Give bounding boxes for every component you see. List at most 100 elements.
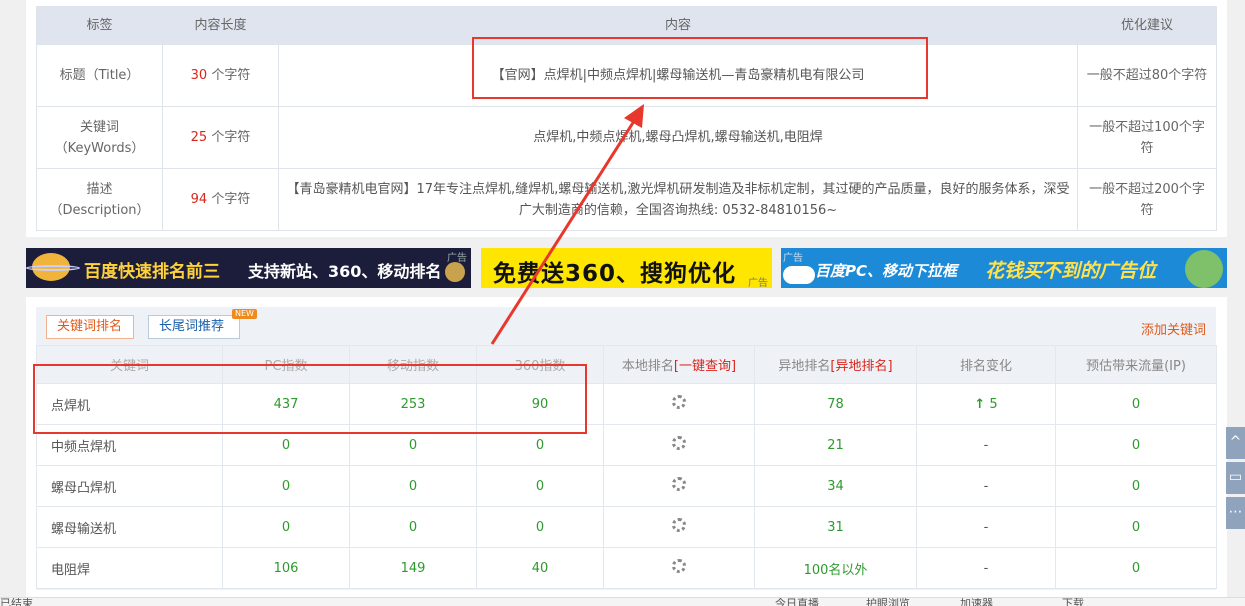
s360-index-cell: 40: [476, 547, 604, 589]
loading-spinner-icon: [672, 559, 686, 573]
table-row: 电阻焊 106 149 40 100名以外 - 0: [36, 547, 1217, 589]
meta-advice: 一般不超过80个字符: [1077, 44, 1217, 107]
local-rank-cell: [603, 465, 755, 507]
col-header-remote-rank: 异地排名[异地排名]: [754, 345, 917, 384]
status-item-accelerator[interactable]: 加速器: [960, 598, 993, 606]
remote-rank-cell: 100名以外: [754, 547, 917, 589]
mobile-index-cell: 149: [349, 547, 477, 589]
remote-rank-link[interactable]: [异地排名]: [830, 359, 892, 374]
rank-change-cell: -: [916, 547, 1056, 589]
loading-spinner-icon: [672, 518, 686, 532]
local-rank-cell: [603, 383, 755, 425]
ad-banner-dropdown[interactable]: 广告 百度PC、移动下拉框 花钱买不到的广告位: [781, 248, 1227, 288]
keyword-panel-inner: 关键词排名 长尾词推荐 NEW 添加关键词 关键词 PC指数 移动指数 360指…: [36, 307, 1217, 590]
back-to-top-button[interactable]: ^: [1226, 427, 1245, 459]
meta-label: 描述（Description）: [36, 168, 163, 231]
s360-index-cell: 0: [476, 465, 604, 507]
traffic-cell: 0: [1055, 383, 1217, 425]
ad-tag: 广告: [748, 278, 768, 288]
pc-index-cell: 0: [222, 506, 350, 548]
rank-change-cell: ↑ 5: [916, 383, 1056, 425]
meta-row-description: 描述（Description） 94 个字符 【青岛豪精机电官网】17年专注点焊…: [36, 168, 1217, 231]
status-text: 已结束: [0, 597, 33, 606]
remote-rank-cell: 21: [754, 424, 917, 466]
col-header-label: 标签: [36, 6, 163, 45]
meta-unit: 个字符: [211, 68, 251, 83]
new-badge: NEW: [232, 309, 257, 319]
ad-tag: 广告: [783, 253, 803, 264]
ad-main-text: 免费送360、搜狗优化: [493, 261, 737, 287]
status-item-eye-care[interactable]: 护眼浏览: [866, 598, 910, 606]
local-rank-cell: [603, 547, 755, 589]
keyword-cell[interactable]: 螺母凸焊机: [36, 465, 223, 507]
ad-main-text: 百度快速排名前三: [84, 262, 220, 282]
mobile-index-cell: 0: [349, 465, 477, 507]
meta-count: 25: [190, 130, 208, 145]
add-keyword-link[interactable]: 添加关键词: [1141, 319, 1206, 338]
cloud-icon: [783, 266, 815, 284]
remote-rank-cell: 34: [754, 465, 917, 507]
traffic-cell: 0: [1055, 547, 1217, 589]
local-rank-cell: [603, 506, 755, 548]
meta-length: 25 个字符: [162, 106, 279, 169]
rank-change-value: 5: [989, 396, 998, 412]
meta-label: 标题（Title）: [36, 44, 163, 107]
s360-index-cell: 0: [476, 506, 604, 548]
rank-change-cell: -: [916, 465, 1056, 507]
pc-index-cell: 106: [222, 547, 350, 589]
ad-banner-baidu-rank[interactable]: 百度快速排名前三 支持新站、360、移动排名 广告: [26, 248, 471, 288]
feedback-button[interactable]: ▭: [1226, 462, 1245, 494]
meta-advice: 一般不超过200个字符: [1077, 168, 1217, 231]
col-header-rank-change: 排名变化: [916, 345, 1056, 384]
table-row: 螺母凸焊机 0 0 0 34 - 0: [36, 465, 1217, 507]
meta-row-keywords: 关键词（KeyWords） 25 个字符 点焊机,中频点焊机,螺母凸焊机,螺母输…: [36, 106, 1217, 169]
table-row: 螺母输送机 0 0 0 31 - 0: [36, 506, 1217, 548]
ad-banner-360-sogou[interactable]: 免费送360、搜狗优化 广告: [481, 248, 772, 288]
remote-rank-cell: 31: [754, 506, 917, 548]
seo-meta-panel: 标签 内容长度 内容 优化建议 标题（Title） 30 个字符 【官网】点焊机…: [26, 0, 1227, 237]
ad-main-text: 百度PC、移动下拉框: [815, 262, 958, 280]
status-item-live[interactable]: 今日直播: [775, 598, 819, 606]
loading-spinner-icon: [672, 436, 686, 450]
loading-spinner-icon: [672, 477, 686, 491]
pc-index-cell: 0: [222, 465, 350, 507]
annotation-box-title: [472, 37, 928, 99]
keyword-ranking-panel: 关键词排名 长尾词推荐 NEW 添加关键词 关键词 PC指数 移动指数 360指…: [26, 297, 1227, 597]
traffic-cell: 0: [1055, 506, 1217, 548]
col-header-traffic: 预估带来流量(IP): [1055, 345, 1217, 384]
ad-sub-text: 支持新站、360、移动排名: [248, 262, 442, 281]
meta-length: 30 个字符: [162, 44, 279, 107]
local-rank-cell: [603, 424, 755, 466]
browser-status-bar: 已结束 今日直播 护眼浏览 加速器 下载: [0, 597, 1245, 606]
col-header-length: 内容长度: [162, 6, 279, 45]
tab-keyword-ranking[interactable]: 关键词排名: [46, 315, 134, 339]
coin-icon: [445, 262, 465, 282]
rank-change-cell: -: [916, 506, 1056, 548]
meta-count: 30: [190, 68, 208, 83]
mobile-index-cell: 0: [349, 506, 477, 548]
meta-length: 94 个字符: [162, 168, 279, 231]
meta-label: 关键词（KeyWords）: [36, 106, 163, 169]
globe-icon: [1185, 250, 1223, 288]
chevron-up-icon: ^: [1229, 434, 1242, 450]
meta-advice: 一般不超过100个字符: [1077, 106, 1217, 169]
annotation-box-keyword: [33, 364, 587, 434]
remote-rank-label: 异地排名: [778, 359, 831, 374]
loading-spinner-icon: [672, 395, 686, 409]
meta-unit: 个字符: [211, 130, 251, 145]
meta-count: 94: [190, 192, 208, 207]
arrow-up-icon: ↑: [974, 396, 986, 412]
tab-longtail-recommend[interactable]: 长尾词推荐: [148, 315, 240, 339]
meta-unit: 个字符: [211, 192, 251, 207]
one-click-query-link[interactable]: [一键查询]: [674, 359, 736, 374]
orbit-icon: [26, 265, 80, 271]
rank-change-cell: -: [916, 424, 1056, 466]
status-item-download[interactable]: 下载: [1062, 598, 1084, 606]
col-header-advice: 优化建议: [1077, 6, 1217, 45]
keyword-cell[interactable]: 电阻焊: [36, 547, 223, 589]
keyword-cell[interactable]: 螺母输送机: [36, 506, 223, 548]
more-button[interactable]: ⋯: [1226, 497, 1245, 529]
ad-sub-text: 花钱买不到的广告位: [985, 260, 1157, 282]
meta-content: 点焊机,中频点焊机,螺母凸焊机,螺母输送机,电阻焊: [278, 106, 1078, 169]
comment-icon: ▭: [1228, 469, 1243, 485]
